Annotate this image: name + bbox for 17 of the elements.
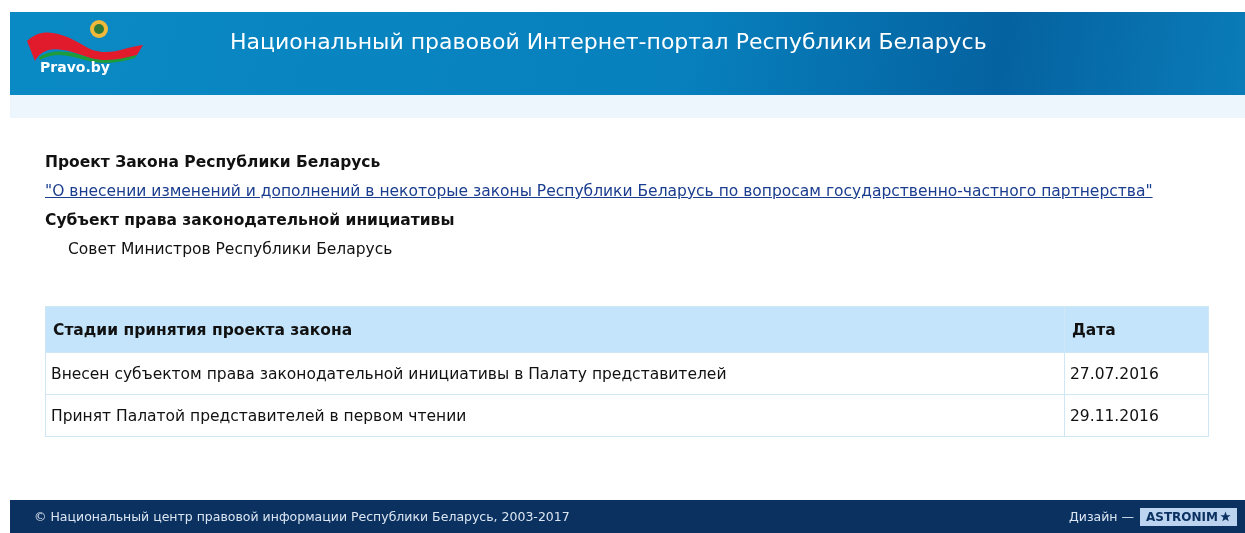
column-header: Дата: [1064, 306, 1209, 353]
table-cell: Принят Палатой представителей в первом чтении: [45, 394, 1065, 437]
copyright-text: © Национальный центр правовой информации Республики Беларусь, 2003-2017: [34, 509, 570, 524]
bill-heading: Проект Закона Республики Беларусь: [45, 152, 382, 173]
designer-link[interactable]: ASTRONIM: [1140, 507, 1237, 526]
table-cell: 29.11.2016: [1064, 394, 1209, 437]
subject-heading: Субъект права законодательной инициативы: [45, 210, 456, 231]
design-label: Дизайн —: [1069, 509, 1134, 524]
bill-title-link[interactable]: "О внесении изменений и дополнений в некоторые законы Республики Беларусь по вопросам государственно-частного партнерства": [45, 177, 1155, 206]
table-cell: Внесен субъектом права законодательной инициативы в Палату представителей: [45, 352, 1065, 395]
column-header: Стадии принятия проекта закона: [45, 306, 1065, 353]
subject-text: Совет Министров Республики Беларусь: [67, 239, 394, 260]
flag-logo-icon: [25, 18, 145, 63]
table-cell: 27.07.2016: [1064, 352, 1209, 395]
star-icon: [1220, 511, 1231, 522]
site-title: Национальный правовой Интернет-портал Республики Беларусь: [230, 29, 987, 54]
logo-text[interactable]: Pravo.by: [40, 58, 110, 75]
